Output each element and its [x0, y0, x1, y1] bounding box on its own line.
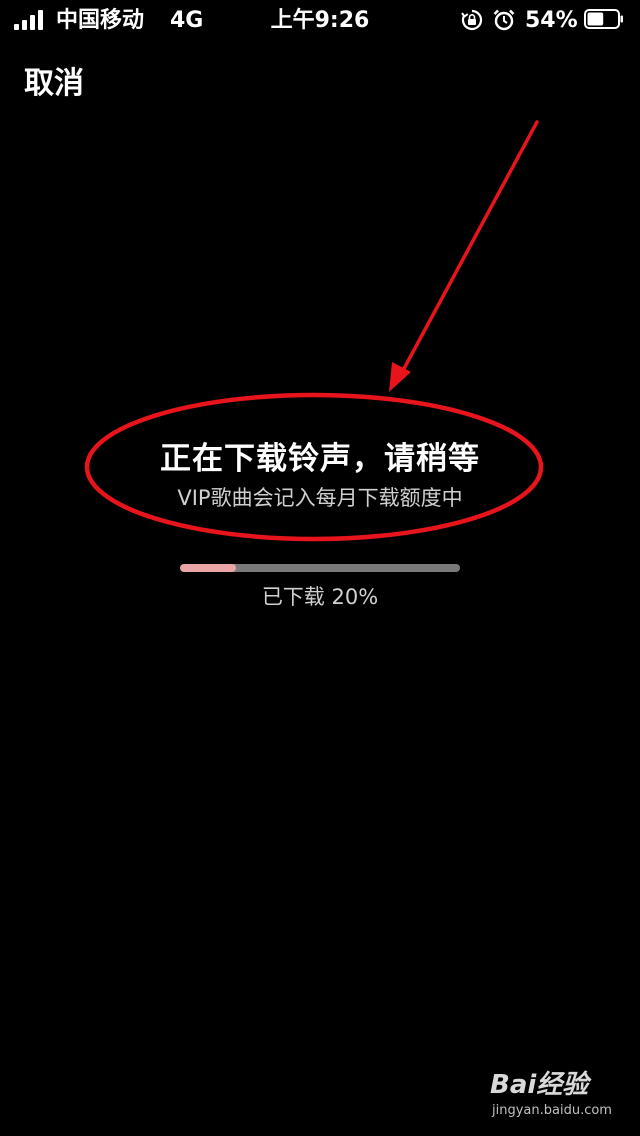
battery-percent: 54% — [525, 8, 578, 33]
watermark-url: jingyan.baidu.com — [492, 1103, 612, 1118]
cancel-button[interactable]: 取消 — [24, 64, 84, 104]
status-bar: 中国移动 4G 上午9:26 54% — [0, 0, 640, 40]
download-progress-label: 已下载 20% — [261, 585, 379, 609]
orientation-lock-icon — [461, 9, 483, 31]
alarm-icon — [493, 9, 515, 31]
download-progress-fill — [180, 564, 236, 572]
annotation-arrowhead — [389, 362, 411, 392]
download-subtitle: VIP歌曲会记入每月下载额度中 — [177, 486, 463, 510]
download-progress-bar — [180, 564, 460, 572]
baidu-jingyan-watermark: Bai经验 jingyan.baidu.com — [490, 1068, 620, 1124]
download-title: 正在下载铃声，请稍等 — [160, 441, 480, 477]
annotation-arrow — [398, 120, 539, 378]
watermark-brand: Bai经验 — [490, 1070, 589, 1100]
battery-icon — [584, 9, 623, 29]
